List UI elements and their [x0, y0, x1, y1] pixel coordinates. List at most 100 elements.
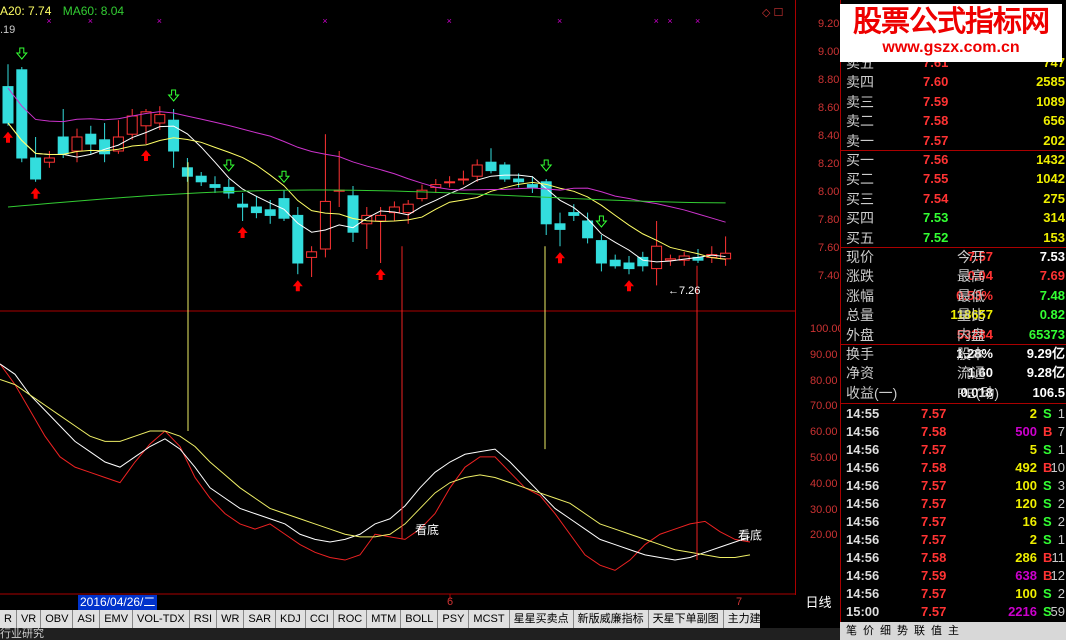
- bid-row[interactable]: 买五 7.52 153: [841, 229, 1066, 247]
- candle-body: [595, 240, 607, 264]
- top-marker: ×: [557, 16, 562, 26]
- indicator-tab[interactable]: WR: [217, 610, 245, 628]
- metric-row[interactable]: 收益(一) 0.018 PE(动) 106.5: [841, 384, 1066, 402]
- tick-time: 14:56: [846, 460, 880, 475]
- bid-row[interactable]: 买一 7.56 1432: [841, 151, 1066, 169]
- indicator-tab[interactable]: 星星买卖点: [510, 610, 574, 628]
- quote-bottom-tab[interactable]: 笔: [846, 625, 857, 637]
- candle-body: [499, 164, 511, 180]
- tick-row[interactable]: 14:56 7.57 16 S 2: [841, 513, 1066, 531]
- indicator-tab[interactable]: BOLL: [401, 610, 439, 628]
- indicator-tab[interactable]: VOL-TDX: [133, 610, 190, 628]
- tick-side: S: [1043, 406, 1052, 421]
- price-axis: 9.20 9.00 8.80 8.60 8.40 8.20 8.00 7.80 7.60 7.40…: [795, 0, 844, 595]
- candle-body: [637, 256, 649, 267]
- tick-row[interactable]: 14:56 7.57 100 S 3: [841, 477, 1066, 495]
- indicator-tab[interactable]: EMV: [100, 610, 134, 628]
- candle-body: [513, 178, 525, 183]
- quote-bottom-tab[interactable]: 联: [914, 625, 925, 637]
- ask-row[interactable]: 卖三 7.59 1089: [841, 93, 1066, 111]
- buy-arrow: [292, 280, 303, 292]
- metric-label: 今开: [957, 249, 985, 265]
- indicator-tab[interactable]: ASI: [73, 610, 101, 628]
- ask-row[interactable]: 卖二 7.58 656: [841, 112, 1066, 130]
- candle-body: [250, 206, 262, 214]
- quote-bottom-tab[interactable]: 主: [948, 625, 959, 637]
- quote-bottom-tab[interactable]: 价: [863, 625, 874, 637]
- indicator-tab[interactable]: 天星下单副图: [649, 610, 724, 628]
- low-price-label: ←7.26: [668, 285, 700, 297]
- metric-value: 106.5: [1032, 384, 1065, 400]
- indicator-tab[interactable]: OBV: [41, 610, 74, 628]
- bid-price: 7.52: [923, 229, 949, 245]
- tick-row[interactable]: 14:56 7.57 5 S 1: [841, 441, 1066, 459]
- indicator-tab[interactable]: CCI: [306, 610, 334, 628]
- price-tick: 8.20: [818, 158, 840, 170]
- indicator-tab[interactable]: PSY: [438, 610, 470, 628]
- indicator-tab[interactable]: KDJ: [276, 610, 306, 628]
- indicator-tab[interactable]: 新版威廉指标: [574, 610, 649, 628]
- tick-price: 7.57: [921, 478, 947, 493]
- metric-row[interactable]: 涨跌 0.04 最高 7.69: [841, 267, 1066, 285]
- indicator-tab[interactable]: MTM: [367, 610, 402, 628]
- metric-row[interactable]: 净资 1.60 流通 9.28亿: [841, 364, 1066, 382]
- tick-row[interactable]: 14:56 7.57 100 S 2: [841, 585, 1066, 603]
- tick-row[interactable]: 15:00 7.57 2216 S 59: [841, 603, 1066, 621]
- tick-row[interactable]: 14:56 7.58 286 B 11: [841, 549, 1066, 567]
- tick-time: 14:56: [846, 424, 880, 439]
- bid-vol: 275: [1043, 190, 1065, 206]
- ask-row[interactable]: 卖一 7.57 202: [841, 132, 1066, 150]
- indicator-tab[interactable]: 主力建仓: [724, 610, 760, 628]
- metric-label: 最低: [957, 287, 985, 304]
- indicator-tabs: R VR OBV ASI EMV VOL-TDX RSI WR SAR KDJ CCI ROC MTM B…: [0, 610, 760, 628]
- indicator-tab[interactable]: R: [0, 610, 17, 628]
- indicator-tab[interactable]: MCST: [469, 610, 510, 628]
- tick-volume: 500: [1015, 424, 1037, 439]
- chart-control-icons[interactable]: ◇ ☐: [762, 6, 783, 19]
- quote-bottom-tab[interactable]: 势: [897, 625, 908, 637]
- metric-row[interactable]: 换手 1.28% 股本 9.29亿: [841, 345, 1066, 363]
- osc-tick: 20.00: [810, 529, 838, 542]
- metric-row[interactable]: 现价 7.57 今开 7.53: [841, 248, 1066, 266]
- candle-body: [651, 245, 663, 270]
- bid-row[interactable]: 买二 7.55 1042: [841, 170, 1066, 188]
- ask-row[interactable]: 卖四 7.60 2585: [841, 73, 1066, 91]
- indicator-tab[interactable]: VR: [17, 610, 42, 628]
- bid-row[interactable]: 买三 7.54 275: [841, 190, 1066, 208]
- indicator-tab[interactable]: SAR: [244, 610, 277, 628]
- metric-label: 换手: [846, 346, 874, 362]
- status-text[interactable]: 行业研究: [0, 628, 44, 640]
- bid-row[interactable]: 买四 7.53 314: [841, 209, 1066, 227]
- metric-row[interactable]: 涨幅 0.53% 最低 7.48: [841, 287, 1066, 305]
- buy-arrow: [3, 131, 13, 143]
- indicator-tab[interactable]: RSI: [190, 610, 218, 628]
- tick-row[interactable]: 14:56 7.57 120 S 2: [841, 495, 1066, 513]
- tick-price: 7.57: [921, 406, 947, 421]
- tick-time: 14:56: [846, 550, 880, 565]
- quote-bottom-tab[interactable]: 细: [880, 625, 891, 637]
- buy-arrow: [30, 187, 41, 199]
- candle-body: [237, 203, 249, 208]
- diamond-icon[interactable]: ◇: [762, 7, 770, 19]
- tick-row[interactable]: 14:56 7.59 638 B 12: [841, 567, 1066, 585]
- kline-chart-area[interactable]: × × × × × × × × × 看底 看底 ←7.26 A20: 7.74 MA60: 8.04 …: [0, 0, 795, 610]
- candle-body: [526, 184, 538, 188]
- candle-body: [209, 184, 221, 188]
- tick-row[interactable]: 14:56 7.57 2 S 1: [841, 531, 1066, 549]
- metric-row[interactable]: 外盘 53284 内盘 65373: [841, 326, 1066, 344]
- quote-bottom-tab[interactable]: 值: [931, 625, 942, 637]
- tick-row[interactable]: 14:55 7.57 2 S 1: [841, 405, 1066, 423]
- metric-row[interactable]: 总量 118657 量比 0.82: [841, 306, 1066, 324]
- tick-price: 7.57: [921, 496, 947, 511]
- tick-count: 1: [1057, 406, 1065, 421]
- indicator-tab[interactable]: ROC: [334, 610, 368, 628]
- candle-body: [71, 136, 83, 152]
- period-selector[interactable]: 日线: [797, 595, 840, 611]
- candle-body: [306, 251, 318, 258]
- tick-row[interactable]: 14:56 7.58 492 B 10: [841, 459, 1066, 477]
- tick-price: 7.59: [921, 568, 947, 583]
- tick-row[interactable]: 14:56 7.58 500 B 7: [841, 423, 1066, 441]
- box-icon[interactable]: ☐: [774, 7, 784, 19]
- kandi-label-1: 看底: [415, 522, 439, 537]
- candle-body: [195, 175, 207, 183]
